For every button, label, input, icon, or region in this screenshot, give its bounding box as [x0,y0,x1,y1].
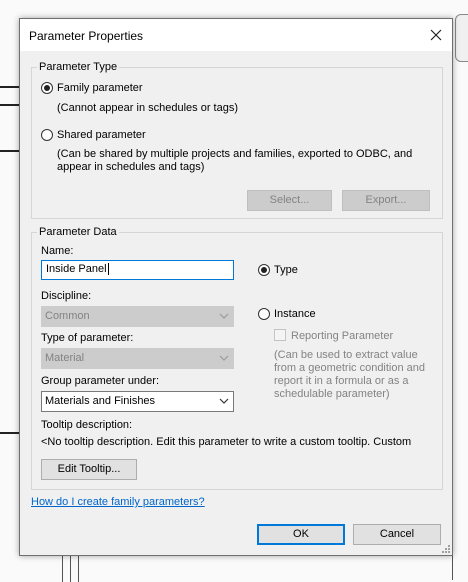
tooltip-description-label: Tooltip description: [41,419,133,431]
shared-parameter-radio[interactable] [41,129,53,141]
family-parameter-label[interactable]: Family parameter [57,82,143,94]
select-button[interactable]: Select... [247,190,332,211]
reporting-parameter-note: report it in a formula or as a [274,375,409,387]
canvas-line [62,555,63,582]
canvas-line [78,555,79,582]
reporting-parameter-checkbox[interactable] [274,329,286,341]
parameter-properties-dialog: Parameter Properties Parameter Type Fami… [19,18,453,556]
resize-grip-icon[interactable] [442,545,450,553]
reporting-parameter-note: from a geometric condition and [274,362,426,374]
parameter-type-legend: Parameter Type [37,61,120,73]
help-link[interactable]: How do I create family parameters? [31,496,205,508]
reporting-parameter-note: schedulable parameter) [274,388,390,400]
parameter-data-legend: Parameter Data [37,226,119,238]
reporting-parameter-note: (Can be used to extract value [274,349,418,361]
name-input-value: Inside Panel [46,263,107,275]
chevron-down-icon [219,355,229,361]
shared-parameter-label[interactable]: Shared parameter [57,129,146,141]
shared-parameter-note: appear in schedules and tags) [57,161,205,173]
family-parameter-note: (Cannot appear in schedules or tags) [57,102,238,114]
name-input[interactable]: Inside Panel​ [41,260,234,280]
ok-button[interactable]: OK [257,524,345,545]
canvas-line [70,555,71,582]
type-of-parameter-value: Material [45,352,85,364]
parameter-type-group: Parameter Type Family parameter (Cannot … [31,61,443,219]
chevron-down-icon [219,313,229,319]
group-parameter-select[interactable]: Materials and Finishes [41,391,234,412]
export-button[interactable]: Export... [342,190,430,211]
instance-radio[interactable] [258,308,270,320]
type-of-parameter-select[interactable]: Material [41,348,234,369]
group-parameter-value: Materials and Finishes [45,395,156,407]
instance-radio-label[interactable]: Instance [274,308,316,320]
tooltip-description-text: <No tooltip description. Edit this param… [41,436,412,448]
discipline-select[interactable]: Common [41,306,234,327]
type-radio-label[interactable]: Type [274,264,298,276]
name-label: Name: [41,245,74,257]
type-of-parameter-label: Type of parameter: [41,332,134,344]
close-icon[interactable] [426,25,446,45]
title-bar: Parameter Properties [20,19,452,51]
discipline-label: Discipline: [41,290,92,302]
discipline-value: Common [45,310,90,322]
edit-tooltip-button[interactable]: Edit Tooltip... [41,459,137,480]
type-radio[interactable] [258,264,270,276]
canvas-view-cube [455,14,468,62]
cancel-button[interactable]: Cancel [353,524,441,545]
reporting-parameter-label[interactable]: Reporting Parameter [291,330,393,342]
canvas-line [0,86,20,88]
family-parameter-radio[interactable] [41,82,53,94]
group-parameter-label: Group parameter under: [41,375,160,387]
dialog-title: Parameter Properties [29,29,144,43]
canvas-line [0,104,20,106]
canvas-line [0,150,20,152]
shared-parameter-note: (Can be shared by multiple projects and … [57,148,413,160]
canvas-line [0,432,20,434]
parameter-data-group: Parameter Data Name: Inside Panel​ Disci… [31,226,443,490]
chevron-down-icon [219,398,229,404]
